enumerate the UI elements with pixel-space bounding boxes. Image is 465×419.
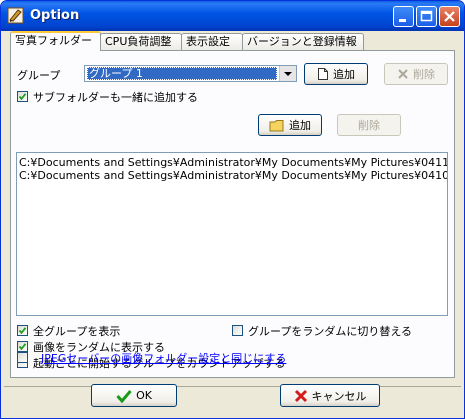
subfolder-label: サブフォルダーも一緒に追加する [33,91,198,104]
group-delete-label: 削除 [413,68,435,81]
tab-version-registration[interactable]: バージョンと登録情報 [242,33,364,50]
group-add-label: 追加 [333,68,355,81]
folder-list-item[interactable]: C:¥Documents and Settings¥Administrator¥… [19,167,447,183]
ok-button[interactable]: OK [91,384,177,407]
window-title: Option [30,8,80,23]
random-group-checkbox[interactable] [232,325,243,336]
close-icon [444,11,455,22]
group-label: グループ [17,69,61,82]
checkmark-icon [18,343,27,351]
folder-delete-button[interactable]: 削除 [337,114,401,136]
checkmark-icon [18,93,27,101]
new-document-icon [318,68,328,80]
close-button[interactable] [439,6,460,27]
jpeg-saver-checkbox[interactable] [17,352,28,363]
tab-cpu-load[interactable]: CPU負荷調整 [100,33,182,50]
subfolder-checkbox[interactable] [17,91,28,102]
folder-add-button[interactable]: 追加 [258,114,322,136]
tab-panel-photo-folder: グループ グループ 1 追加 削除 サブフォルダーも一緒に追加する 追加 削除 … [10,50,455,378]
folder-add-label: 追加 [289,119,311,132]
checkmark-icon [18,327,27,335]
cancel-x-icon [294,389,307,402]
group-add-button[interactable]: 追加 [304,63,368,85]
jpeg-saver-link[interactable]: JPEGセーバーの画像フォルダー設定と同じにする [41,350,286,366]
random-images-checkbox[interactable] [17,341,28,352]
chevron-down-icon [284,72,292,76]
maximize-button[interactable] [416,6,437,27]
maximize-icon [420,10,433,22]
checkmark-icon [116,389,132,403]
tab-photo-folder[interactable]: 写真フォルダー [10,31,101,51]
option-window: Option 写真フォルダー CPU負荷調整 表示設定 バージョンと登録情報 グ… [0,0,465,419]
dialog-client: 写真フォルダー CPU負荷調整 表示設定 バージョンと登録情報 グループ グルー… [4,31,461,417]
show-all-groups-checkbox[interactable] [17,325,28,336]
footer-divider [4,386,461,387]
title-bar[interactable]: Option [1,1,464,31]
group-delete-button[interactable]: 削除 [384,63,448,85]
ok-label: OK [136,389,152,402]
show-all-groups-label: 全グループを表示 [33,325,121,338]
cancel-label: キャンセル [311,389,367,403]
folder-icon [269,119,284,131]
minimize-icon [399,19,406,22]
group-select-dropdown[interactable] [279,66,296,81]
group-select-value: グループ 1 [87,67,277,80]
tab-display-settings[interactable]: 表示設定 [181,33,243,50]
cancel-button[interactable]: キャンセル [280,384,380,407]
delete-x-icon [398,69,408,79]
minimize-button[interactable] [393,6,414,27]
app-icon [7,7,24,24]
group-select[interactable]: グループ 1 [84,65,297,82]
random-group-label: グループをランダムに切り替える [248,325,413,338]
folder-delete-label: 削除 [358,119,380,132]
folder-list[interactable]: C:¥Documents and Settings¥Administrator¥… [16,152,448,316]
